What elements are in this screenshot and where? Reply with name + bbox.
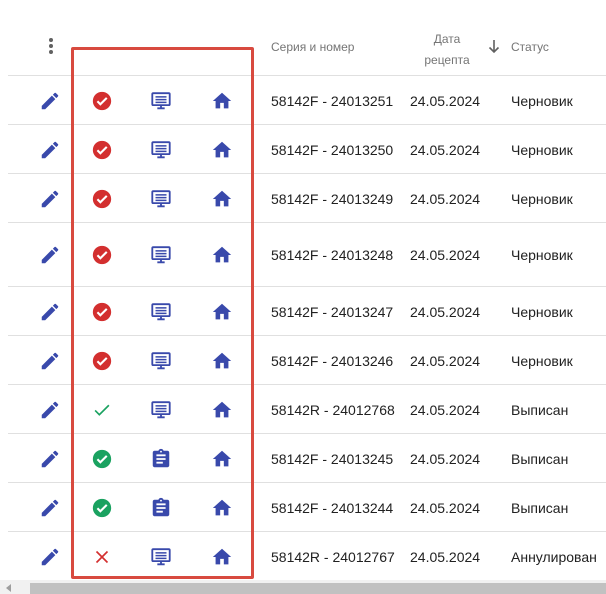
list-icon[interactable]: [150, 399, 172, 421]
list-icon[interactable]: [150, 90, 172, 112]
clipboard-icon[interactable]: [150, 497, 172, 519]
series-number: 58142F - 24013248: [271, 247, 394, 263]
edit-icon[interactable]: [39, 350, 61, 372]
check-circle-red-icon: [91, 350, 113, 372]
list-icon[interactable]: [150, 301, 172, 323]
edit-icon[interactable]: [39, 244, 61, 266]
table-row[interactable]: 58142F - 24013249 24.05.2024 Черновик: [8, 173, 606, 223]
more-vert-icon[interactable]: [44, 38, 58, 58]
edit-icon[interactable]: [39, 188, 61, 210]
status-text: Выписан: [511, 450, 569, 467]
series-number: 58142F - 24013250: [271, 141, 394, 158]
list-icon[interactable]: [150, 139, 172, 161]
series-number: 58142F - 24013245: [271, 450, 394, 467]
home-icon[interactable]: [211, 301, 233, 323]
horizontal-scrollbar[interactable]: [0, 580, 606, 594]
recipe-date: 24.05.2024: [410, 92, 481, 109]
edit-icon[interactable]: [39, 90, 61, 112]
table-row[interactable]: 58142R - 24012767 24.05.2024 Аннулирован: [8, 531, 606, 581]
close-red-icon: [91, 546, 113, 568]
check-circle-green-icon: [91, 448, 113, 470]
home-icon[interactable]: [211, 497, 233, 519]
check-circle-red-icon: [91, 90, 113, 112]
scroll-left-icon[interactable]: [6, 584, 11, 592]
recipe-date: 24.05.2024: [410, 141, 481, 158]
home-icon[interactable]: [211, 350, 233, 372]
column-header-status[interactable]: Статус: [511, 40, 549, 54]
check-circle-red-icon: [91, 188, 113, 210]
recipe-date: 24.05.2024: [410, 247, 481, 263]
table-row[interactable]: 58142F - 24013250 24.05.2024 Черновик: [8, 124, 606, 174]
table-row[interactable]: 58142F - 24013245 24.05.2024 Выписан: [8, 433, 606, 483]
edit-icon[interactable]: [39, 399, 61, 421]
home-icon[interactable]: [211, 546, 233, 568]
status-text: Черновик: [511, 92, 573, 109]
check-circle-red-icon: [91, 301, 113, 323]
home-icon[interactable]: [211, 188, 233, 210]
recipe-date: 24.05.2024: [410, 401, 481, 418]
list-icon[interactable]: [150, 244, 172, 266]
edit-icon[interactable]: [39, 448, 61, 470]
recipe-date: 24.05.2024: [410, 190, 481, 207]
recipe-date: 24.05.2024: [410, 450, 481, 467]
series-number: 58142R - 24012768: [271, 401, 395, 418]
edit-icon[interactable]: [39, 546, 61, 568]
status-text: Черновик: [511, 141, 573, 158]
column-header-date-line2: рецепта: [424, 53, 470, 67]
status-text: Выписан: [511, 401, 569, 418]
series-number: 58142F - 24013246: [271, 352, 394, 369]
check-circle-red-icon: [91, 244, 113, 266]
home-icon[interactable]: [211, 90, 233, 112]
list-icon[interactable]: [150, 188, 172, 210]
table-row[interactable]: 58142F - 24013246 24.05.2024 Черновик: [8, 335, 606, 385]
list-icon[interactable]: [150, 350, 172, 372]
table-row[interactable]: 58142F - 24013248 24.05.2024 Черновик: [8, 222, 606, 287]
status-text: Черновик: [511, 190, 573, 207]
table-row[interactable]: 58142F - 24013247 24.05.2024 Черновик: [8, 286, 606, 336]
clipboard-icon[interactable]: [150, 448, 172, 470]
recipe-date: 24.05.2024: [410, 548, 481, 565]
column-header-date[interactable]: Дата рецепта: [414, 29, 480, 71]
check-circle-green-icon: [91, 497, 113, 519]
home-icon[interactable]: [211, 448, 233, 470]
recipe-date: 24.05.2024: [410, 499, 481, 516]
series-number: 58142F - 24013249: [271, 190, 394, 207]
home-icon[interactable]: [211, 139, 233, 161]
status-text: Черновик: [511, 247, 573, 263]
edit-icon[interactable]: [39, 301, 61, 323]
status-text: Выписан: [511, 499, 569, 516]
scrollbar-thumb[interactable]: [30, 583, 606, 594]
series-number: 58142F - 24013247: [271, 303, 394, 320]
recipe-date: 24.05.2024: [410, 352, 481, 369]
check-circle-red-icon: [91, 139, 113, 161]
series-number: 58142F - 24013251: [271, 92, 394, 109]
arrow-down-icon[interactable]: [487, 39, 501, 55]
recipe-date: 24.05.2024: [410, 303, 481, 320]
check-green-icon: [91, 399, 113, 421]
status-text: Черновик: [511, 303, 573, 320]
series-number: 58142R - 24012767: [271, 548, 395, 565]
column-header-series[interactable]: Серия и номер: [271, 40, 354, 54]
table-header: Серия и номер Дата рецепта Статус: [0, 0, 606, 75]
edit-icon[interactable]: [39, 139, 61, 161]
list-icon[interactable]: [150, 546, 172, 568]
table-row[interactable]: 58142R - 24012768 24.05.2024 Выписан: [8, 384, 606, 434]
table-row[interactable]: 58142F - 24013244 24.05.2024 Выписан: [8, 482, 606, 532]
table-row[interactable]: 58142F - 24013251 24.05.2024 Черновик: [8, 75, 606, 125]
home-icon[interactable]: [211, 399, 233, 421]
status-text: Черновик: [511, 352, 573, 369]
status-text: Аннулирован: [511, 548, 597, 565]
series-number: 58142F - 24013244: [271, 499, 394, 516]
home-icon[interactable]: [211, 244, 233, 266]
edit-icon[interactable]: [39, 497, 61, 519]
column-header-date-line1: Дата: [433, 32, 461, 46]
